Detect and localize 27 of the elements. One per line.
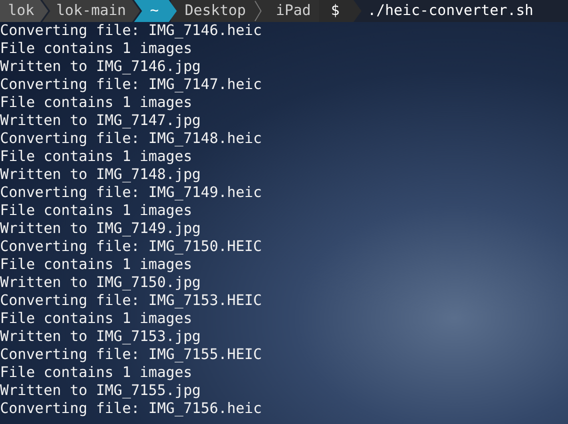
output-line: Written to IMG_7150.jpg [0, 274, 202, 292]
output-line: File contains 1 images [0, 40, 194, 58]
output-line: Converting file: IMG_7146.heic [0, 22, 263, 40]
output-line: File contains 1 images [0, 310, 194, 328]
output-line: Converting file: IMG_7150.HEIC [0, 238, 263, 256]
output-line: Written to IMG_7148.jpg [0, 166, 202, 184]
output-line: File contains 1 images [0, 364, 194, 382]
command-text: ./heic-converter.sh [366, 3, 534, 19]
output-line: Written to IMG_7155.jpg [0, 382, 202, 400]
output-line: Converting file: IMG_7156.heic [0, 400, 263, 418]
output-line: File contains 1 images [0, 148, 194, 166]
output-line: Converting file: IMG_7147.heic [0, 76, 263, 94]
prompt-segment: Desktop [170, 0, 254, 22]
output-line: Written to IMG_7149.jpg [0, 220, 202, 238]
output-line: Written to IMG_7153.jpg [0, 328, 202, 346]
output-line: Converting file: IMG_7155.HEIC [0, 346, 263, 364]
output-line: Converting file: IMG_7148.heic [0, 130, 263, 148]
prompt-segment: lok-main [42, 0, 140, 22]
output-line: File contains 1 images [0, 94, 194, 112]
output-line: Converting file: IMG_7149.heic [0, 184, 263, 202]
output-line: File contains 1 images [0, 256, 194, 274]
output-line: File contains 1 images [0, 202, 194, 220]
prompt-symbol: $ [318, 0, 362, 22]
output-line: Written to IMG_7147.jpg [0, 112, 202, 130]
output-line: Written to IMG_7146.jpg [0, 58, 202, 76]
prompt-segment: iPad [262, 0, 319, 22]
output-line: Converting file: IMG_7153.HEIC [0, 292, 263, 310]
